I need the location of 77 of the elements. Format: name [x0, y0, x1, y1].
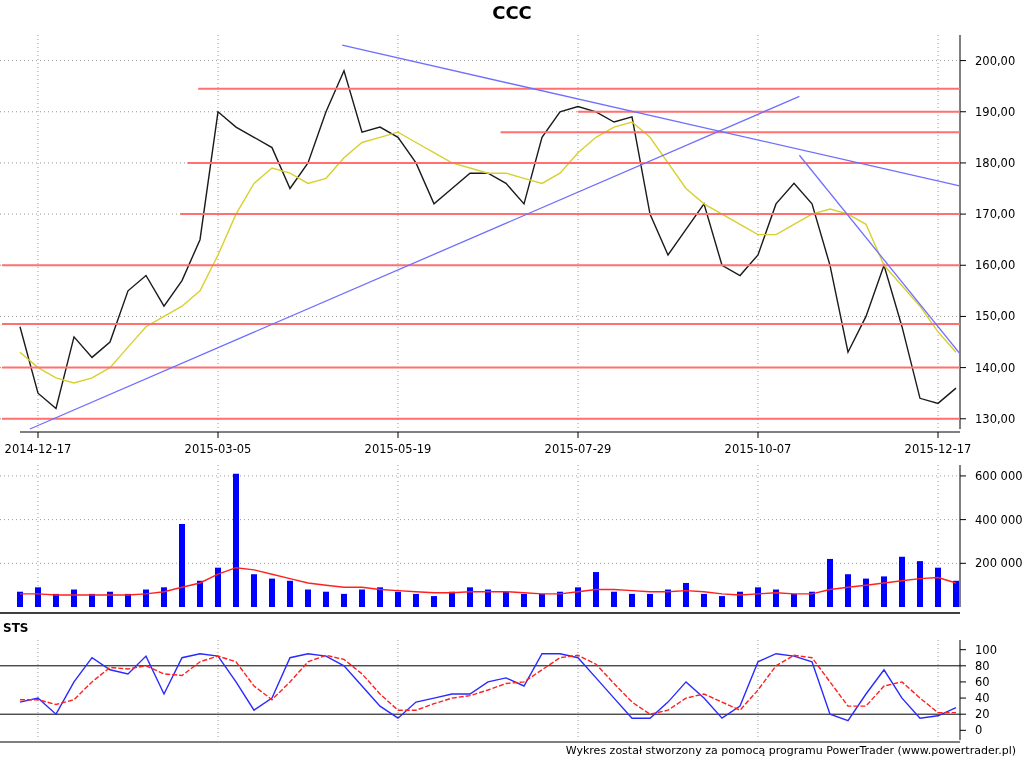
- volume-bar: [773, 589, 779, 607]
- volume-bar: [431, 596, 437, 607]
- volume-bar: [593, 572, 599, 607]
- panel-label: STS: [3, 621, 29, 635]
- volume-bar: [17, 591, 23, 607]
- axis-label: 20: [975, 707, 990, 722]
- axis-label: 190,00: [975, 104, 1016, 119]
- volume-bar: [827, 558, 833, 607]
- volume-bar: [53, 593, 59, 607]
- volume-bar: [197, 580, 203, 607]
- volume-bar: [881, 576, 887, 607]
- volume-bar: [629, 593, 635, 607]
- volume-bar: [503, 591, 509, 607]
- volume-bar: [359, 589, 365, 607]
- axis-label: 150,00: [975, 309, 1016, 324]
- volume-bar: [917, 561, 923, 607]
- volume-bar: [845, 574, 851, 607]
- volume-bar: [35, 587, 41, 607]
- volume-bar: [125, 593, 131, 607]
- date-label: 2015-03-05: [184, 442, 252, 455]
- axis-label: 200,00: [975, 53, 1016, 68]
- date-label: 2014-12-17: [4, 442, 72, 455]
- volume-bar: [395, 591, 401, 607]
- volume-bar: [737, 591, 743, 607]
- volume-bar: [683, 582, 689, 607]
- volume-bar: [305, 589, 311, 607]
- axis-label: 80: [975, 658, 990, 673]
- volume-bar: [863, 578, 869, 607]
- date-label: 2015-05-19: [364, 442, 432, 455]
- volume-bar: [467, 587, 473, 607]
- volume-bar: [269, 578, 275, 607]
- volume-bar: [287, 580, 293, 607]
- chart-title: CCC: [492, 2, 532, 23]
- volume-bar: [719, 596, 725, 607]
- axis-label: 40: [975, 691, 990, 706]
- volume-bar: [791, 593, 797, 607]
- axis-label: 0: [975, 723, 983, 738]
- volume-bar: [611, 591, 617, 607]
- volume-bar: [323, 591, 329, 607]
- axis-label: 100: [975, 642, 997, 657]
- volume-bar: [665, 589, 671, 607]
- volume-bar: [341, 593, 347, 607]
- axis-label: 400 000: [975, 512, 1023, 527]
- volume-bar: [557, 591, 563, 607]
- volume-bar: [935, 567, 941, 607]
- axis-label: 180,00: [975, 155, 1016, 170]
- volume-bar: [143, 589, 149, 607]
- axis-label: 130,00: [975, 411, 1016, 426]
- volume-bar: [755, 587, 761, 607]
- volume-bar: [575, 587, 581, 607]
- volume-bar: [539, 593, 545, 607]
- volume-bar: [161, 587, 167, 607]
- volume-bar: [251, 574, 257, 607]
- axis-label: 140,00: [975, 360, 1016, 375]
- volume-bar: [215, 567, 221, 607]
- axis-label: 200 000: [975, 556, 1023, 571]
- date-label: 2015-10-07: [724, 442, 792, 455]
- volume-bar: [809, 591, 815, 607]
- volume-bar: [89, 593, 95, 607]
- axis-label: 170,00: [975, 207, 1016, 222]
- volume-bar: [107, 591, 113, 607]
- volume-bar: [521, 593, 527, 607]
- footer-note: Wykres został stworzony za pomocą programu PowerTrader (www.powertrader.pl): [565, 744, 1016, 757]
- axis-label: 160,00: [975, 258, 1016, 273]
- date-label: 2015-07-29: [544, 442, 612, 455]
- volume-bar: [899, 556, 905, 607]
- axis-label: 60: [975, 674, 990, 689]
- volume-bar: [71, 589, 77, 607]
- volume-bar: [377, 587, 383, 607]
- volume-bar: [701, 593, 707, 607]
- volume-bar: [647, 593, 653, 607]
- volume-bar: [485, 589, 491, 607]
- volume-bar: [413, 593, 419, 607]
- axis-label: 600 000: [975, 468, 1023, 483]
- volume-bar: [449, 591, 455, 607]
- date-label: 2015-12-17: [904, 442, 972, 455]
- volume-bar: [953, 580, 959, 607]
